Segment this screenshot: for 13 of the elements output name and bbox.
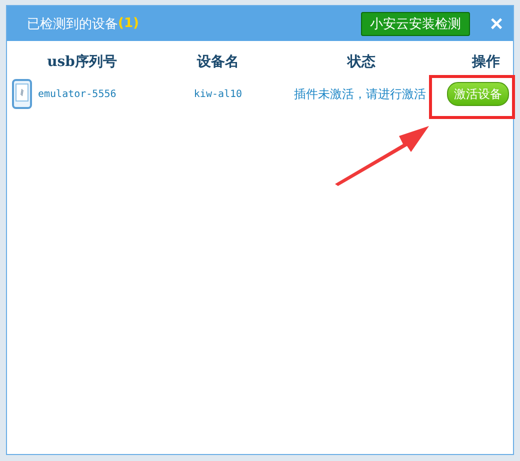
column-header: usb序列号	[46, 53, 118, 71]
install-check-button[interactable]: 小安云安装检测	[361, 12, 470, 36]
serial-cell: emulator-5556	[38, 88, 116, 100]
device-count: (1)	[118, 16, 139, 31]
window-title: 已检测到的设备	[27, 16, 118, 32]
phone-icon	[12, 79, 32, 109]
device-name-cell-text: kiw-al10	[192, 88, 244, 100]
column-header: 操作	[470, 53, 501, 71]
status-cell-text: 插件未激活，请进行激活	[293, 86, 427, 102]
column-header: 设备名	[196, 53, 240, 71]
close-button[interactable]: ×	[490, 12, 503, 34]
activate-button[interactable]: 激活设备	[447, 82, 509, 106]
column-header: 状态	[346, 53, 376, 71]
